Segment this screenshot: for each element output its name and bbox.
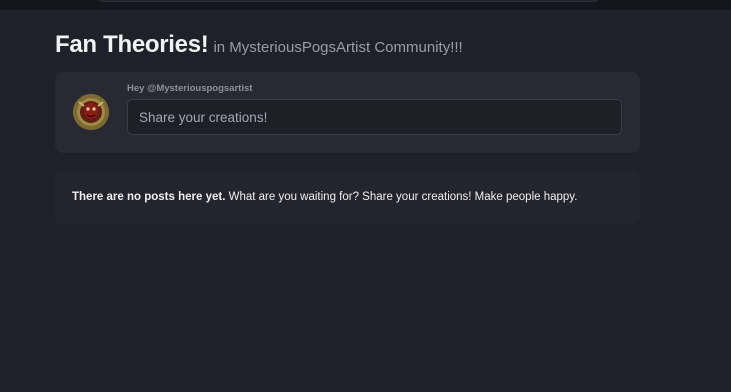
empty-state-bold: There are no posts here yet. [72,191,226,203]
empty-state-message: There are no posts here yet. What are yo… [72,191,577,203]
community-subtitle: in MysteriousPogsArtist Community!!! [213,39,463,56]
greeting-label: Hey @Mysteriouspogsartist [127,83,253,94]
avatar[interactable] [73,94,109,130]
page-title: Fan Theories! [55,31,209,58]
page-heading: Fan Theories! in MysteriousPogsArtist Co… [55,31,463,59]
search-bar[interactable] [96,0,601,2]
empty-state-text: What are you waiting for? Share your cre… [225,191,578,203]
user-avatar-icon [73,94,109,130]
empty-posts-panel: There are no posts here yet. What are yo… [55,171,640,224]
top-bar [0,0,731,10]
post-composer: Hey @Mysteriouspogsartist [55,72,640,153]
share-creation-input[interactable] [127,99,622,135]
